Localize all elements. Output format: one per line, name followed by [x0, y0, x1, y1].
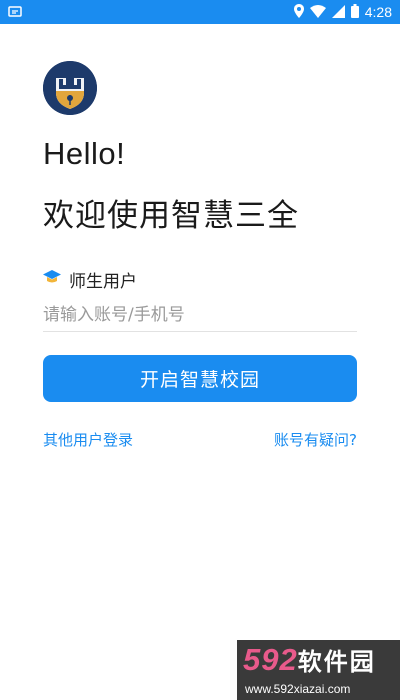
user-type-selector[interactable]: 师生用户: [43, 268, 137, 292]
status-bar: 4:28: [0, 0, 400, 24]
clock-time: 4:28: [364, 4, 392, 20]
watermark-number: 592: [243, 642, 298, 677]
welcome-title: 欢迎使用智慧三全: [43, 198, 299, 234]
watermark: 592软件园 www.592xiazai.com: [237, 640, 400, 700]
other-user-login-link[interactable]: 其他用户登录: [43, 429, 133, 450]
wifi-icon: [309, 3, 326, 22]
start-smart-campus-button[interactable]: 开启智慧校园: [43, 355, 357, 402]
watermark-url: www.592xiazai.com: [245, 682, 351, 696]
account-input[interactable]: [43, 299, 357, 332]
watermark-brand: 592软件园: [243, 642, 376, 678]
account-help-link[interactable]: 账号有疑问?: [274, 429, 357, 450]
notification-icon: [8, 4, 22, 23]
user-type-label: 师生用户: [69, 271, 137, 292]
battery-icon: [350, 3, 359, 22]
watermark-text: 软件园: [297, 649, 376, 676]
location-icon: [293, 3, 304, 22]
status-icons: 4:28: [293, 0, 392, 24]
signal-icon: [331, 3, 345, 22]
school-crest-logo: [43, 61, 97, 115]
greeting-text: Hello!: [43, 136, 126, 171]
graduation-cap-icon: [43, 269, 61, 289]
